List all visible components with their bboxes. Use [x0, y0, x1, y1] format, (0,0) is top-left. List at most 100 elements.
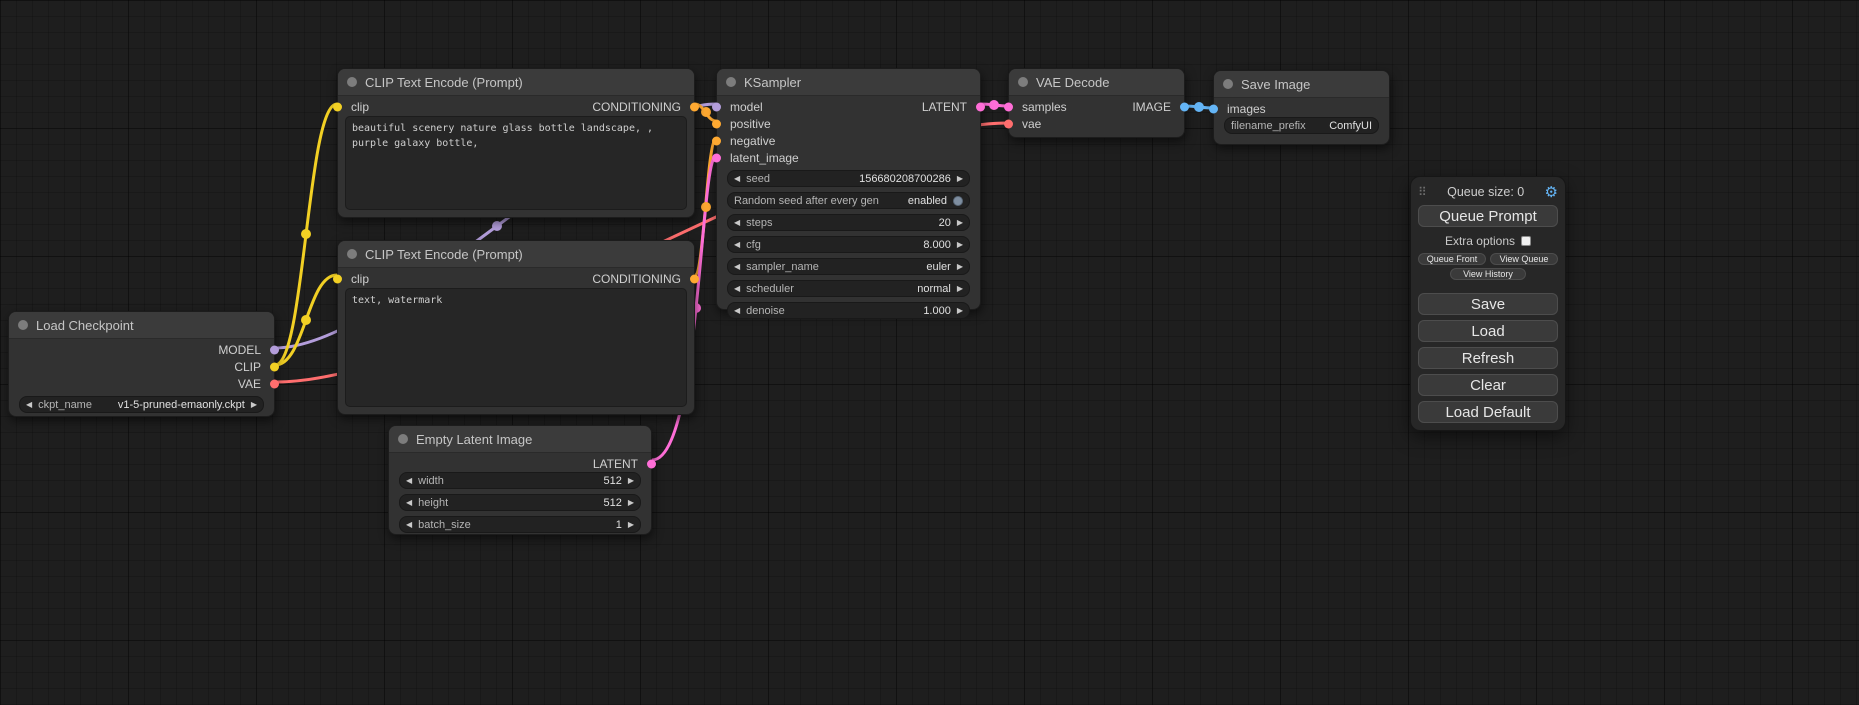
node-clip-positive-header[interactable]: CLIP Text Encode (Prompt): [338, 69, 694, 96]
collapse-dot-icon[interactable]: [398, 434, 408, 444]
input-port-vae[interactable]: [1004, 119, 1013, 128]
node-clip-text-encode-negative[interactable]: CLIP Text Encode (Prompt) clip CONDITION…: [337, 240, 695, 415]
decrement-arrow-icon[interactable]: ◀: [406, 521, 412, 529]
graph-canvas[interactable]: Load Checkpoint MODEL CLIP VAE ◀ ckpt_na…: [0, 0, 1859, 705]
input-port-samples[interactable]: [1004, 102, 1013, 111]
decrement-arrow-icon[interactable]: ◀: [734, 263, 740, 271]
increment-arrow-icon[interactable]: ▶: [251, 401, 257, 409]
node-save-image-header[interactable]: Save Image: [1214, 71, 1389, 98]
node-clip-negative-header[interactable]: CLIP Text Encode (Prompt): [338, 241, 694, 268]
decrement-arrow-icon[interactable]: ◀: [406, 499, 412, 507]
node-empty-latent-image[interactable]: Empty Latent Image LATENT ◀ width 512 ▶ …: [388, 425, 652, 535]
increment-arrow-icon[interactable]: ▶: [628, 521, 634, 529]
input-port-clip[interactable]: [333, 274, 342, 283]
queue-front-button[interactable]: Queue Front: [1418, 253, 1486, 265]
widget-value: 8.000: [923, 239, 951, 251]
view-queue-button[interactable]: View Queue: [1490, 253, 1558, 265]
increment-arrow-icon[interactable]: ▶: [957, 263, 963, 271]
widget-label: sampler_name: [746, 261, 819, 273]
node-ksampler-header[interactable]: KSampler: [717, 69, 980, 96]
increment-arrow-icon[interactable]: ▶: [957, 285, 963, 293]
collapse-dot-icon[interactable]: [1018, 77, 1028, 87]
load-default-button[interactable]: Load Default: [1418, 401, 1558, 423]
toggle-knob-icon[interactable]: [953, 196, 963, 206]
input-port-latent-image[interactable]: [712, 153, 721, 162]
node-vae-decode[interactable]: VAE Decode samples IMAGE vae: [1008, 68, 1185, 138]
output-port-latent[interactable]: [647, 459, 656, 468]
input-port-negative[interactable]: [712, 136, 721, 145]
denoise-widget[interactable]: ◀ denoise 1.000 ▶: [727, 302, 970, 319]
node-save-image[interactable]: Save Image images filename_prefix ComfyU…: [1213, 70, 1390, 145]
filename-prefix-widget[interactable]: filename_prefix ComfyUI: [1224, 117, 1379, 134]
widget-label: denoise: [746, 305, 785, 317]
input-label-images: images: [1227, 102, 1266, 116]
node-vae-decode-header[interactable]: VAE Decode: [1009, 69, 1184, 96]
output-label-model: MODEL: [218, 343, 261, 357]
increment-arrow-icon[interactable]: ▶: [957, 241, 963, 249]
gear-icon[interactable]: ⚙: [1545, 185, 1558, 200]
random-seed-toggle[interactable]: Random seed after every gen enabled: [727, 192, 970, 209]
collapse-dot-icon[interactable]: [18, 320, 28, 330]
ckpt-name-widget[interactable]: ◀ ckpt_name v1-5-pruned-emaonly.ckpt ▶: [19, 396, 264, 413]
widget-label: filename_prefix: [1231, 120, 1306, 132]
decrement-arrow-icon[interactable]: ◀: [734, 219, 740, 227]
decrement-arrow-icon[interactable]: ◀: [734, 285, 740, 293]
increment-arrow-icon[interactable]: ▶: [628, 499, 634, 507]
input-port-model[interactable]: [712, 102, 721, 111]
increment-arrow-icon[interactable]: ▶: [628, 477, 634, 485]
output-port-clip[interactable]: [270, 362, 279, 371]
slot-row: CLIP: [9, 358, 274, 375]
extra-options-label: Extra options: [1445, 234, 1515, 248]
negative-prompt-textarea[interactable]: text, watermark: [345, 288, 687, 407]
clear-button[interactable]: Clear: [1418, 374, 1558, 396]
node-ksampler[interactable]: KSampler model LATENT positive negative …: [716, 68, 981, 310]
input-port-images[interactable]: [1209, 104, 1218, 113]
collapse-dot-icon[interactable]: [347, 77, 357, 87]
seed-widget[interactable]: ◀ seed 156680208700286 ▶: [727, 170, 970, 187]
width-widget[interactable]: ◀ width 512 ▶: [399, 472, 641, 489]
increment-arrow-icon[interactable]: ▶: [957, 175, 963, 183]
positive-prompt-textarea[interactable]: beautiful scenery nature glass bottle la…: [345, 116, 687, 210]
output-port-latent[interactable]: [976, 102, 985, 111]
save-button[interactable]: Save: [1418, 293, 1558, 315]
node-clip-text-encode-positive[interactable]: CLIP Text Encode (Prompt) clip CONDITION…: [337, 68, 695, 218]
node-empty-latent-header[interactable]: Empty Latent Image: [389, 426, 651, 453]
increment-arrow-icon[interactable]: ▶: [957, 307, 963, 315]
height-widget[interactable]: ◀ height 512 ▶: [399, 494, 641, 511]
decrement-arrow-icon[interactable]: ◀: [734, 241, 740, 249]
output-port-model[interactable]: [270, 345, 279, 354]
decrement-arrow-icon[interactable]: ◀: [734, 307, 740, 315]
extra-options-checkbox[interactable]: [1521, 236, 1531, 246]
refresh-button[interactable]: Refresh: [1418, 347, 1558, 369]
batch-size-widget[interactable]: ◀ batch_size 1 ▶: [399, 516, 641, 533]
node-load-checkpoint-header[interactable]: Load Checkpoint: [9, 312, 274, 339]
output-label-image: IMAGE: [1132, 100, 1171, 114]
collapse-dot-icon[interactable]: [347, 249, 357, 259]
increment-arrow-icon[interactable]: ▶: [957, 219, 963, 227]
output-port-vae[interactable]: [270, 379, 279, 388]
scheduler-widget[interactable]: ◀ scheduler normal ▶: [727, 280, 970, 297]
output-port-image[interactable]: [1180, 102, 1189, 111]
collapse-dot-icon[interactable]: [726, 77, 736, 87]
sampler-name-widget[interactable]: ◀ sampler_name euler ▶: [727, 258, 970, 275]
node-title: Empty Latent Image: [416, 432, 532, 447]
cfg-widget[interactable]: ◀ cfg 8.000 ▶: [727, 236, 970, 253]
view-history-button[interactable]: View History: [1450, 268, 1526, 280]
output-port-conditioning[interactable]: [690, 274, 699, 283]
input-port-positive[interactable]: [712, 119, 721, 128]
collapse-dot-icon[interactable]: [1223, 79, 1233, 89]
link-midpoint-dot: [701, 107, 711, 117]
decrement-arrow-icon[interactable]: ◀: [406, 477, 412, 485]
widget-value: euler: [926, 261, 950, 273]
node-title: KSampler: [744, 75, 801, 90]
decrement-arrow-icon[interactable]: ◀: [734, 175, 740, 183]
queue-prompt-button[interactable]: Queue Prompt: [1418, 205, 1558, 227]
drag-handle-icon[interactable]: ⠿: [1418, 186, 1427, 198]
decrement-arrow-icon[interactable]: ◀: [26, 401, 32, 409]
node-load-checkpoint[interactable]: Load Checkpoint MODEL CLIP VAE ◀ ckpt_na…: [8, 311, 275, 417]
load-button[interactable]: Load: [1418, 320, 1558, 342]
steps-widget[interactable]: ◀ steps 20 ▶: [727, 214, 970, 231]
output-port-conditioning[interactable]: [690, 102, 699, 111]
input-port-clip[interactable]: [333, 102, 342, 111]
widget-label: width: [418, 475, 444, 487]
